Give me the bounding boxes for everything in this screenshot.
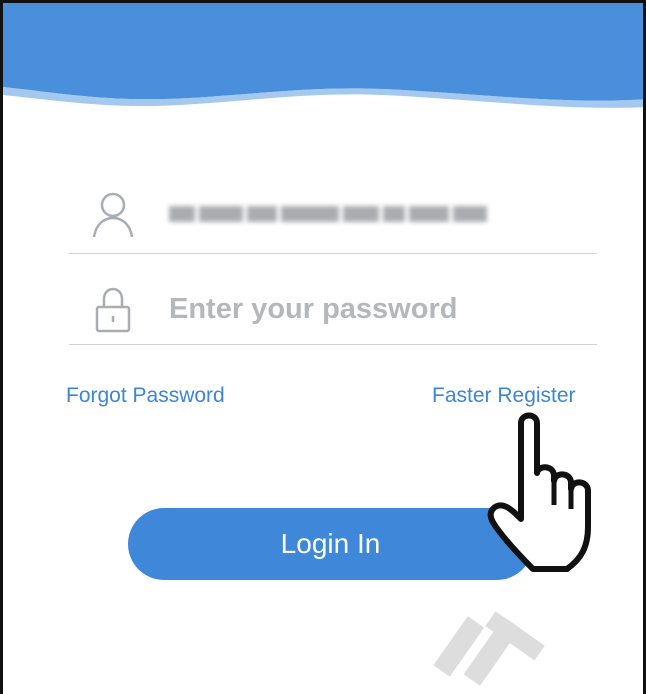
forgot-password-link[interactable]: Forgot Password (66, 384, 225, 408)
watermark-mark (433, 611, 545, 686)
hand-pointer-icon (487, 412, 591, 572)
login-screen: Forgot Password Faster Register Login In (0, 0, 646, 694)
password-input[interactable] (169, 289, 589, 329)
username-field[interactable] (69, 175, 597, 254)
user-icon (92, 192, 134, 238)
password-field[interactable] (69, 271, 597, 345)
username-value-redacted (169, 200, 499, 228)
lock-icon (95, 287, 131, 333)
header-wave-banner (3, 3, 643, 108)
faster-register-link[interactable]: Faster Register (432, 384, 576, 408)
login-button[interactable]: Login In (128, 508, 533, 580)
